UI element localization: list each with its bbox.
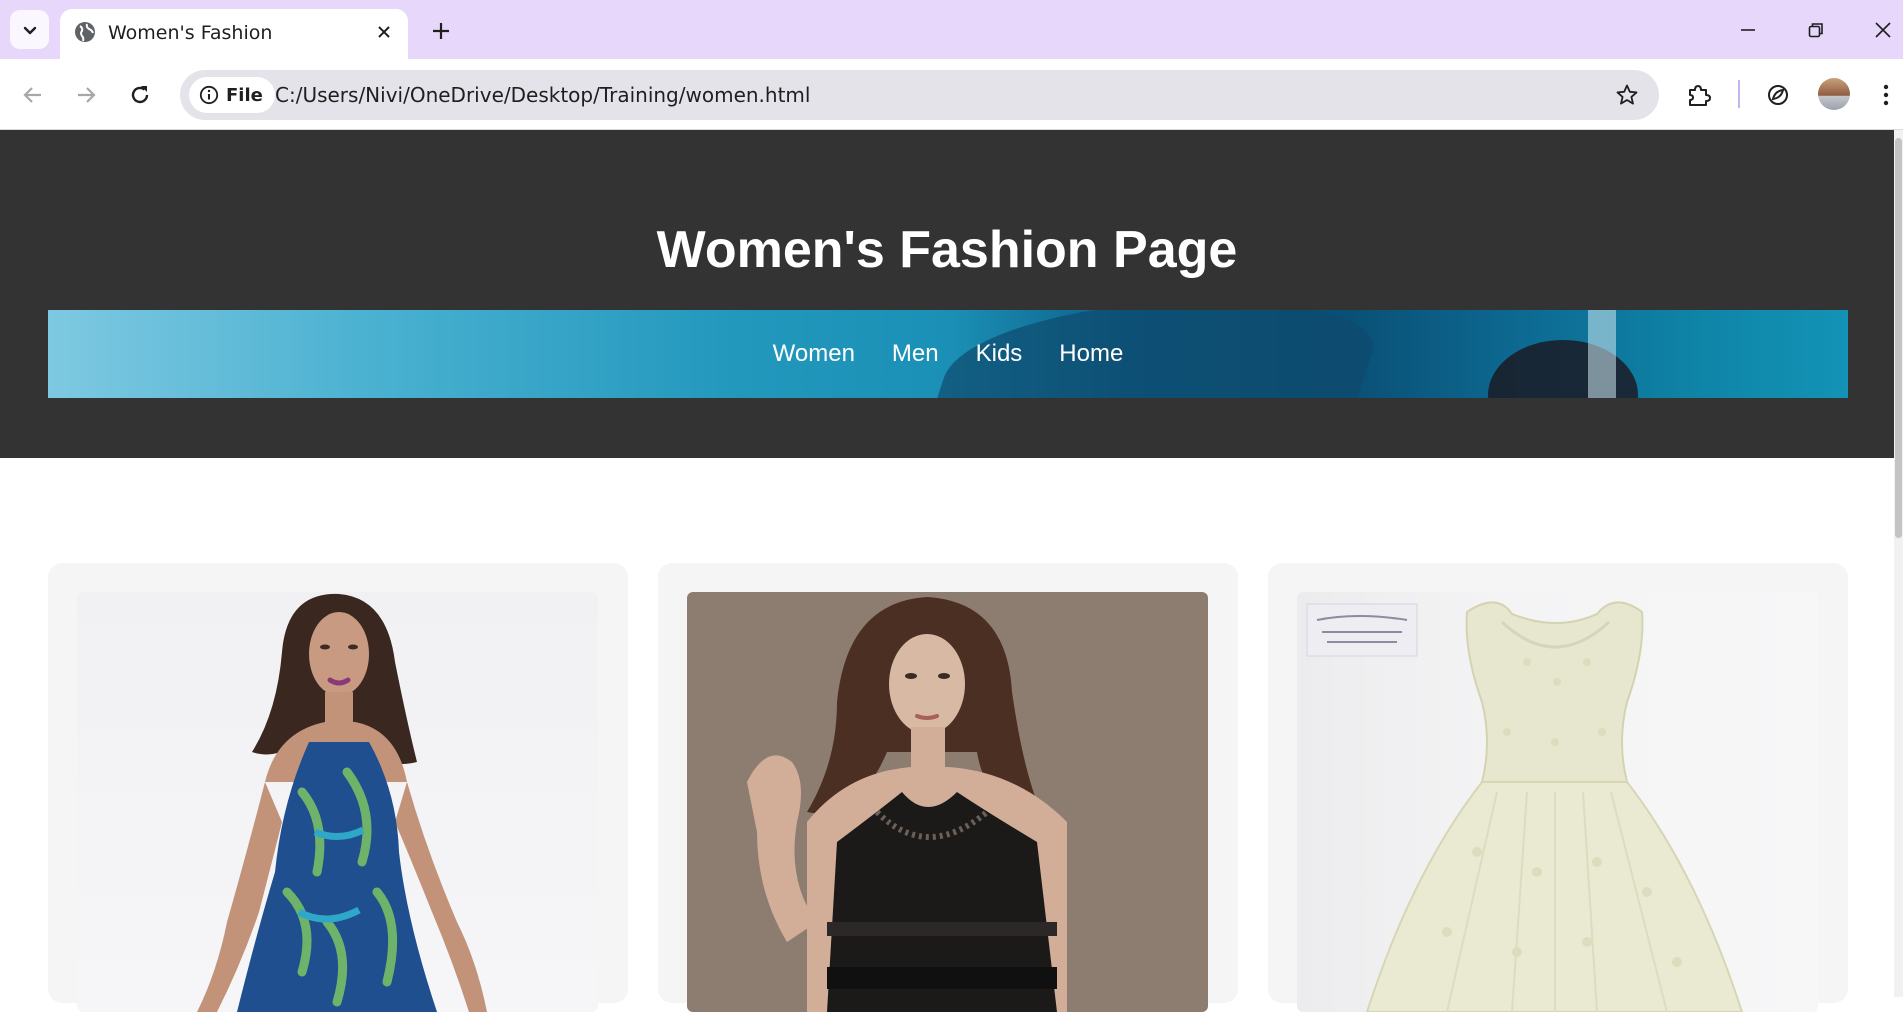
profile-avatar[interactable] bbox=[1818, 78, 1850, 110]
performance-button[interactable] bbox=[1761, 78, 1795, 112]
tab-search-button[interactable] bbox=[10, 10, 49, 49]
restore-icon bbox=[1808, 23, 1823, 38]
restore-button[interactable] bbox=[1800, 14, 1832, 46]
nav-link-women[interactable]: Women bbox=[773, 340, 855, 368]
address-bar[interactable]: File C:/Users/Nivi/OneDrive/Desktop/Trai… bbox=[180, 70, 1659, 120]
page-header: Women's Fashion Page Women Men Kids Home bbox=[0, 130, 1894, 458]
toolbar-separator bbox=[1738, 80, 1740, 108]
tab-title: Women's Fashion bbox=[108, 22, 273, 44]
window-close-button[interactable] bbox=[1867, 14, 1899, 46]
product-card[interactable] bbox=[658, 563, 1238, 1012]
page-title: Women's Fashion Page bbox=[656, 221, 1238, 279]
site-info-label: File bbox=[226, 84, 263, 106]
bookmark-button[interactable] bbox=[1613, 81, 1641, 109]
nav-link-men[interactable]: Men bbox=[892, 340, 939, 368]
browser-tab[interactable]: Women's Fashion bbox=[60, 9, 408, 59]
reload-button[interactable] bbox=[123, 78, 157, 112]
nav-link-home[interactable]: Home bbox=[1059, 340, 1123, 368]
more-vertical-icon bbox=[1883, 84, 1889, 106]
url-text[interactable]: C:/Users/Nivi/OneDrive/Desktop/Training/… bbox=[275, 83, 810, 107]
plus-icon bbox=[433, 23, 449, 39]
reload-icon bbox=[131, 86, 149, 104]
white-lace-dress-image bbox=[1306, 601, 1744, 1012]
extensions-button[interactable] bbox=[1682, 78, 1716, 112]
site-info-chip[interactable]: File bbox=[189, 77, 275, 113]
arrow-right-icon bbox=[78, 87, 96, 103]
globe-icon bbox=[75, 22, 95, 42]
star-icon bbox=[1616, 84, 1638, 105]
model-black-dress-image bbox=[747, 597, 1067, 1012]
menu-button[interactable] bbox=[1869, 78, 1903, 112]
minimize-button[interactable] bbox=[1732, 14, 1764, 46]
back-button[interactable] bbox=[16, 78, 50, 112]
minimize-icon bbox=[1741, 29, 1755, 31]
browser-tabstrip: Women's Fashion bbox=[0, 0, 1903, 59]
forward-button[interactable] bbox=[69, 78, 103, 112]
nav-banner-decoration bbox=[1588, 310, 1616, 398]
arrow-left-icon bbox=[23, 87, 41, 103]
product-image[interactable] bbox=[1297, 592, 1818, 1012]
product-image[interactable] bbox=[687, 592, 1208, 1012]
puzzle-icon bbox=[1689, 85, 1711, 106]
chevron-down-icon bbox=[23, 26, 36, 34]
product-card[interactable] bbox=[48, 563, 628, 1012]
speed-leaf-icon bbox=[1768, 85, 1788, 105]
tab-close-button[interactable] bbox=[372, 20, 396, 44]
nav-bar: Women Men Kids Home bbox=[48, 310, 1848, 398]
close-icon bbox=[378, 26, 390, 38]
info-icon bbox=[199, 85, 219, 105]
page-scrollbar[interactable] bbox=[1894, 130, 1903, 997]
new-tab-button[interactable] bbox=[426, 16, 456, 46]
scrollbar-thumb[interactable] bbox=[1895, 138, 1902, 538]
model-floral-dress-image bbox=[197, 593, 487, 1012]
nav-link-kids[interactable]: Kids bbox=[976, 340, 1023, 368]
product-card[interactable] bbox=[1268, 563, 1848, 1012]
browser-toolbar: File C:/Users/Nivi/OneDrive/Desktop/Trai… bbox=[0, 59, 1903, 130]
product-image[interactable] bbox=[77, 592, 598, 1012]
close-icon bbox=[1875, 22, 1891, 38]
